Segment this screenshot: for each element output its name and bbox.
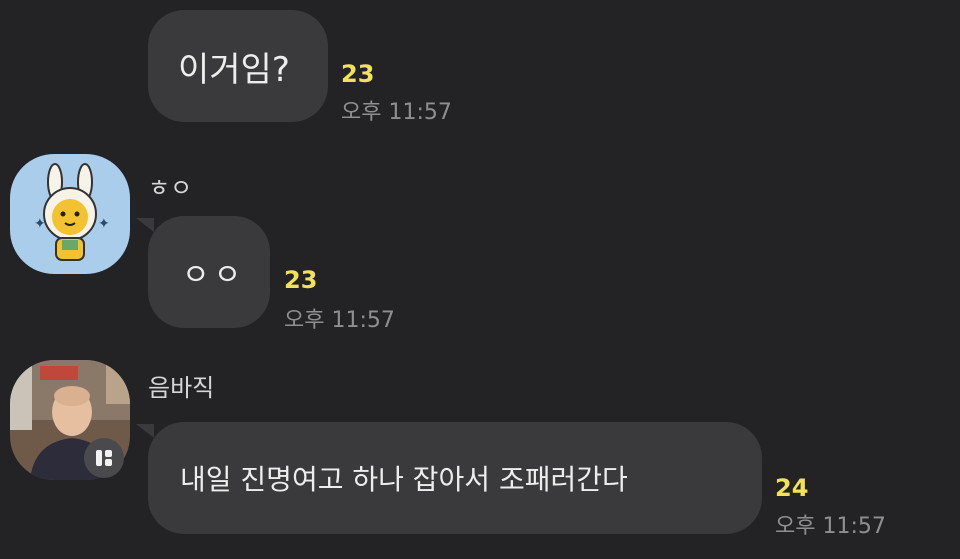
message-time: 오후 11:57 — [341, 100, 452, 125]
profile-badge-icon[interactable] — [84, 438, 124, 478]
bubble-tail — [136, 218, 154, 232]
emoticon-avatar[interactable]: ✦ ✦ — [10, 154, 130, 274]
message-bubble[interactable]: ㅇㅇ — [148, 216, 270, 328]
message-time: 오후 11:57 — [775, 514, 886, 539]
sender-name: ㅎㅇ — [148, 174, 193, 202]
message-time: 오후 11:57 — [284, 308, 395, 333]
rabbit-character-icon: ✦ ✦ — [34, 163, 110, 261]
message-bubble[interactable]: 이거임? — [148, 10, 328, 122]
message-text: 내일 진명여고 하나 잡아서 조패러간다 — [180, 463, 628, 496]
svg-text:✦: ✦ — [34, 216, 46, 232]
sender-name: 음바직 — [148, 374, 215, 402]
unread-count: 23 — [341, 60, 375, 88]
bubble-tail — [136, 424, 154, 438]
unread-count: 24 — [775, 474, 809, 502]
unread-count: 23 — [284, 266, 318, 294]
svg-text:✦: ✦ — [98, 216, 110, 232]
message-text: 이거임? — [178, 49, 290, 90]
message-text: ㅇㅇ — [182, 258, 246, 293]
message-bubble[interactable]: 내일 진명여고 하나 잡아서 조패러간다 — [148, 422, 762, 534]
